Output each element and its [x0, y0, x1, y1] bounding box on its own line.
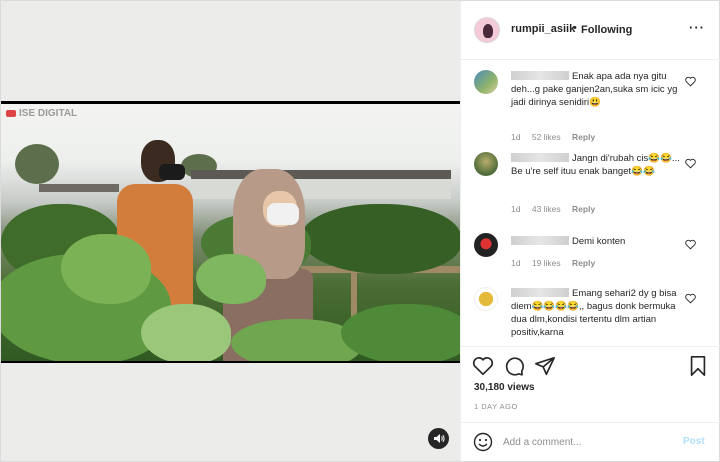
commenter-avatar[interactable]	[474, 287, 498, 311]
view-count[interactable]: 30,180 views	[474, 382, 535, 393]
comment-meta: 1d 43 likes Reply	[511, 204, 604, 214]
following-button[interactable]: Following	[581, 24, 632, 36]
leaf-shape	[301, 204, 460, 274]
blurred-username[interactable]	[511, 236, 569, 245]
heart-icon[interactable]	[685, 293, 696, 304]
comment-time: 1d	[511, 204, 521, 214]
add-comment-bar: Post	[461, 422, 720, 461]
like-heart-icon[interactable]	[472, 355, 494, 377]
video-watermark: ISE DIGITAL	[6, 108, 77, 119]
action-bar: 30,180 views 1 DAY AGO	[461, 346, 720, 426]
tree-shape	[15, 144, 59, 184]
leaf-shape	[196, 254, 266, 304]
post-header: rumpii_asiik • Following ···	[461, 1, 720, 60]
leaf-shape	[341, 304, 460, 361]
username-link[interactable]: rumpii_asiik	[511, 23, 575, 35]
commenter-avatar[interactable]	[474, 233, 498, 257]
heart-icon[interactable]	[685, 76, 696, 87]
comment-time: 1d	[511, 132, 521, 142]
reply-button[interactable]: Reply	[572, 204, 595, 214]
leaf-shape	[61, 234, 151, 304]
comment-likes[interactable]: 43 likes	[532, 204, 561, 214]
comment-text: Demi konten	[572, 236, 626, 247]
separator-dot: •	[573, 22, 577, 34]
comment-meta: 1d 52 likes Reply	[511, 132, 604, 142]
commenter-avatar[interactable]	[474, 70, 498, 94]
comment-body: Demi konten	[511, 235, 681, 248]
share-icon[interactable]	[534, 355, 556, 377]
emoji-icon[interactable]	[473, 432, 493, 452]
post-comment-button[interactable]: Post	[683, 436, 705, 447]
comment-body: Enak apa ada nya gitu deh...g pake ganje…	[511, 70, 681, 109]
reply-button[interactable]: Reply	[572, 132, 595, 142]
blurred-username[interactable]	[511, 153, 569, 162]
comment-meta: 1d 19 likes Reply	[511, 258, 604, 268]
add-comment-input[interactable]	[503, 431, 673, 453]
blurred-username[interactable]	[511, 288, 569, 297]
more-options-button[interactable]: ···	[689, 20, 705, 35]
leaf-shape	[231, 319, 361, 361]
comment-time: 1d	[511, 258, 521, 268]
comment-body: Emang sehari2 dy g bisa diem😂😂😂😂,, bagus…	[511, 287, 681, 339]
comment-body: Jangn di'rubah cis😂😂... Be u're self itu…	[511, 152, 681, 178]
post-date[interactable]: 1 DAY AGO	[474, 402, 518, 411]
reply-button[interactable]: Reply	[572, 258, 595, 268]
mute-button[interactable]	[428, 428, 449, 449]
video-player[interactable]: ISE DIGITAL	[1, 101, 460, 363]
post-media[interactable]: ISE DIGITAL	[1, 1, 460, 461]
leaf-shape	[141, 304, 231, 361]
heart-icon[interactable]	[685, 158, 696, 169]
heart-icon[interactable]	[685, 239, 696, 250]
comments-list[interactable]: Enak apa ada nya gitu deh...g pake ganje…	[461, 61, 720, 346]
video-frame: ISE DIGITAL	[1, 104, 460, 361]
roof-shape	[39, 184, 119, 192]
bookmark-icon[interactable]	[687, 355, 709, 377]
post-sidebar: rumpii_asiik • Following ··· Enak apa ad…	[460, 1, 720, 461]
speaker-icon	[433, 434, 445, 443]
blurred-username[interactable]	[511, 71, 569, 80]
commenter-avatar[interactable]	[474, 152, 498, 176]
comment-likes[interactable]: 52 likes	[532, 132, 561, 142]
comment-bubble-icon[interactable]	[503, 355, 525, 377]
avatar[interactable]	[474, 17, 500, 43]
comment-likes[interactable]: 19 likes	[532, 258, 561, 268]
